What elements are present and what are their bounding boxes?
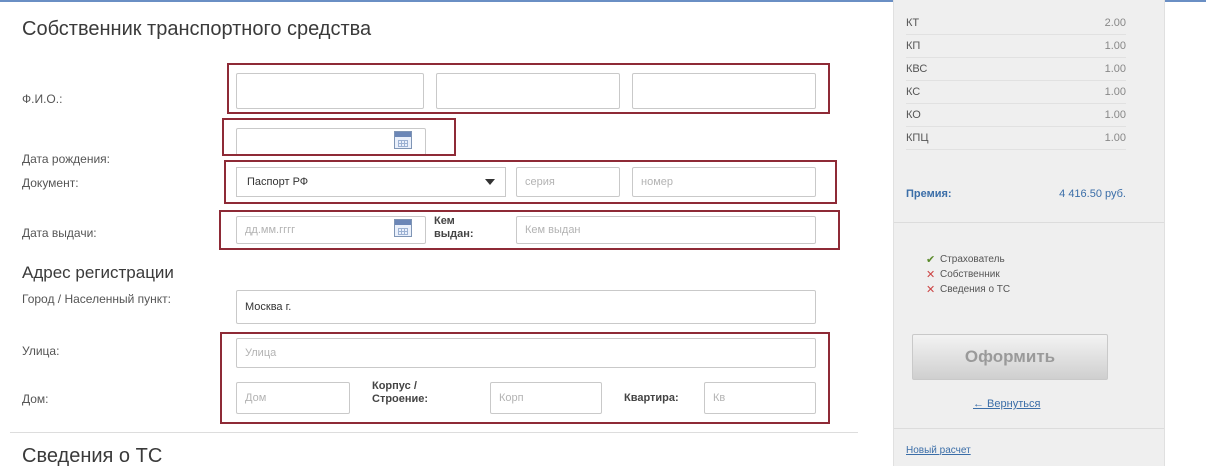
back-link[interactable]: ← Вернуться [973,398,1040,410]
coefficient-row: КП 1.00 [906,35,1126,58]
document-label: Документ: [22,176,79,190]
street-label: Улица: [22,344,60,358]
list-item: ✕ Собственник [926,269,1000,281]
fio-highlight [227,63,830,114]
coefficient-row: КТ 2.00 [906,12,1126,35]
divider [10,432,858,433]
coefficient-row: КС 1.00 [906,81,1126,104]
cross-icon: ✕ [926,269,936,281]
address-highlight [220,332,830,424]
premium-label: Премия: [906,188,952,200]
cross-icon: ✕ [926,284,936,296]
submit-button[interactable]: Оформить [912,334,1108,380]
city-input[interactable] [236,290,816,324]
fio-label: Ф.И.О.: [22,92,63,106]
coefficient-row: КПЦ 1.00 [906,127,1126,150]
coefficient-row: КВС 1.00 [906,58,1126,81]
steps-list: ✔ Страхователь ✕ Собственник ✕ Сведения о Т… [926,252,1010,297]
panel-divider [894,222,1164,223]
city-label: Город / Населенный пункт: [22,292,172,306]
coefficient-row: КО 1.00 [906,104,1126,127]
panel-divider [894,428,1164,429]
list-item: ✕ Сведения о ТС [926,284,1011,296]
new-calculation-link[interactable]: Новый расчет [906,445,971,456]
owner-section-title: Собственник транспортного средства [22,18,372,40]
issue-date-label: Дата выдачи: [22,226,97,240]
birth-date-highlight [222,118,456,156]
check-icon: ✔ [926,254,936,266]
summary-panel: КТ 2.00 КП 1.00 КВС 1.00 КС 1.00 КО 1.00 КПЦ 1… [893,0,1165,466]
coefficients-table: КТ 2.00 КП 1.00 КВС 1.00 КС 1.00 КО 1.00 КПЦ 1… [906,12,1126,150]
list-item: ✔ Страхователь [926,254,1005,266]
house-label: Дом: [22,392,49,406]
document-highlight [224,160,837,204]
premium-value: 4 416.50 руб. [1059,188,1126,200]
premium-row: Премия: 4 416.50 руб. [906,188,1126,200]
address-section-title: Адрес регистрации [22,263,174,282]
issue-highlight [219,210,840,250]
vehicle-section-title: Сведения о ТС [22,445,163,467]
birth-date-label: Дата рождения: [22,152,110,166]
